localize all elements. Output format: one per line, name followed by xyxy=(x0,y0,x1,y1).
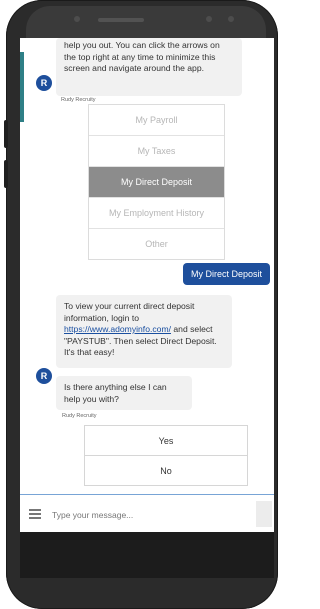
adomyinfo-link[interactable]: https://www.adomyinfo.com/ xyxy=(64,324,171,334)
send-button[interactable] xyxy=(256,501,272,527)
menu-icon[interactable] xyxy=(29,509,41,519)
no-label: No xyxy=(160,465,172,476)
option-label: My Employment History xyxy=(108,208,205,218)
bot-message-intro-text: help you out. You can click the arrows o… xyxy=(64,40,220,73)
no-button[interactable]: No xyxy=(85,456,247,485)
bot-avatar: R xyxy=(36,368,52,384)
option-my-taxes[interactable]: My Taxes xyxy=(89,136,224,167)
yes-button[interactable]: Yes xyxy=(85,426,247,456)
phone-top-bezel xyxy=(26,6,266,38)
message-input[interactable] xyxy=(50,504,254,526)
phone-camera xyxy=(74,16,80,22)
bot-message-intro: help you out. You can click the arrows o… xyxy=(56,38,242,96)
option-label: My Taxes xyxy=(137,146,176,156)
avatar-letter: R xyxy=(40,78,48,88)
phone-speaker xyxy=(98,18,144,22)
app-accent-strip xyxy=(20,52,24,122)
bot-message-deposit: To view your current direct deposit info… xyxy=(56,295,232,368)
option-my-payroll[interactable]: My Payroll xyxy=(89,105,224,136)
bot-message-followup: Is there anything else I can help you wi… xyxy=(56,376,192,410)
phone-sensor xyxy=(228,16,234,22)
phone-side-button xyxy=(4,120,8,148)
followup-text: Is there anything else I can help you wi… xyxy=(64,382,167,404)
phone-sensor xyxy=(206,16,212,22)
avatar-letter: R xyxy=(40,371,48,381)
option-label: My Payroll xyxy=(135,115,178,125)
sender-name: Rudy Recruity xyxy=(62,413,97,419)
deposit-text-pre: To view your current direct deposit info… xyxy=(64,301,195,323)
user-message: My Direct Deposit xyxy=(183,263,270,285)
sender-name: Rudy Recruity xyxy=(61,97,96,103)
yes-no-options: Yes No xyxy=(84,425,248,486)
option-label: My Direct Deposit xyxy=(120,177,192,187)
option-label: Other xyxy=(145,239,168,249)
yes-label: Yes xyxy=(158,435,174,446)
phone-bottom-bezel xyxy=(20,532,274,578)
quick-reply-options: My Payroll My Taxes My Direct Deposit My… xyxy=(88,104,225,260)
option-other[interactable]: Other xyxy=(89,229,224,259)
phone-side-button xyxy=(4,160,8,188)
option-my-employment-history[interactable]: My Employment History xyxy=(89,198,224,229)
message-input-bar xyxy=(20,494,274,533)
option-my-direct-deposit[interactable]: My Direct Deposit xyxy=(89,167,224,198)
chat-screen: help you out. You can click the arrows o… xyxy=(20,38,274,578)
bot-avatar: R xyxy=(36,75,52,91)
user-message-text: My Direct Deposit xyxy=(190,269,262,279)
